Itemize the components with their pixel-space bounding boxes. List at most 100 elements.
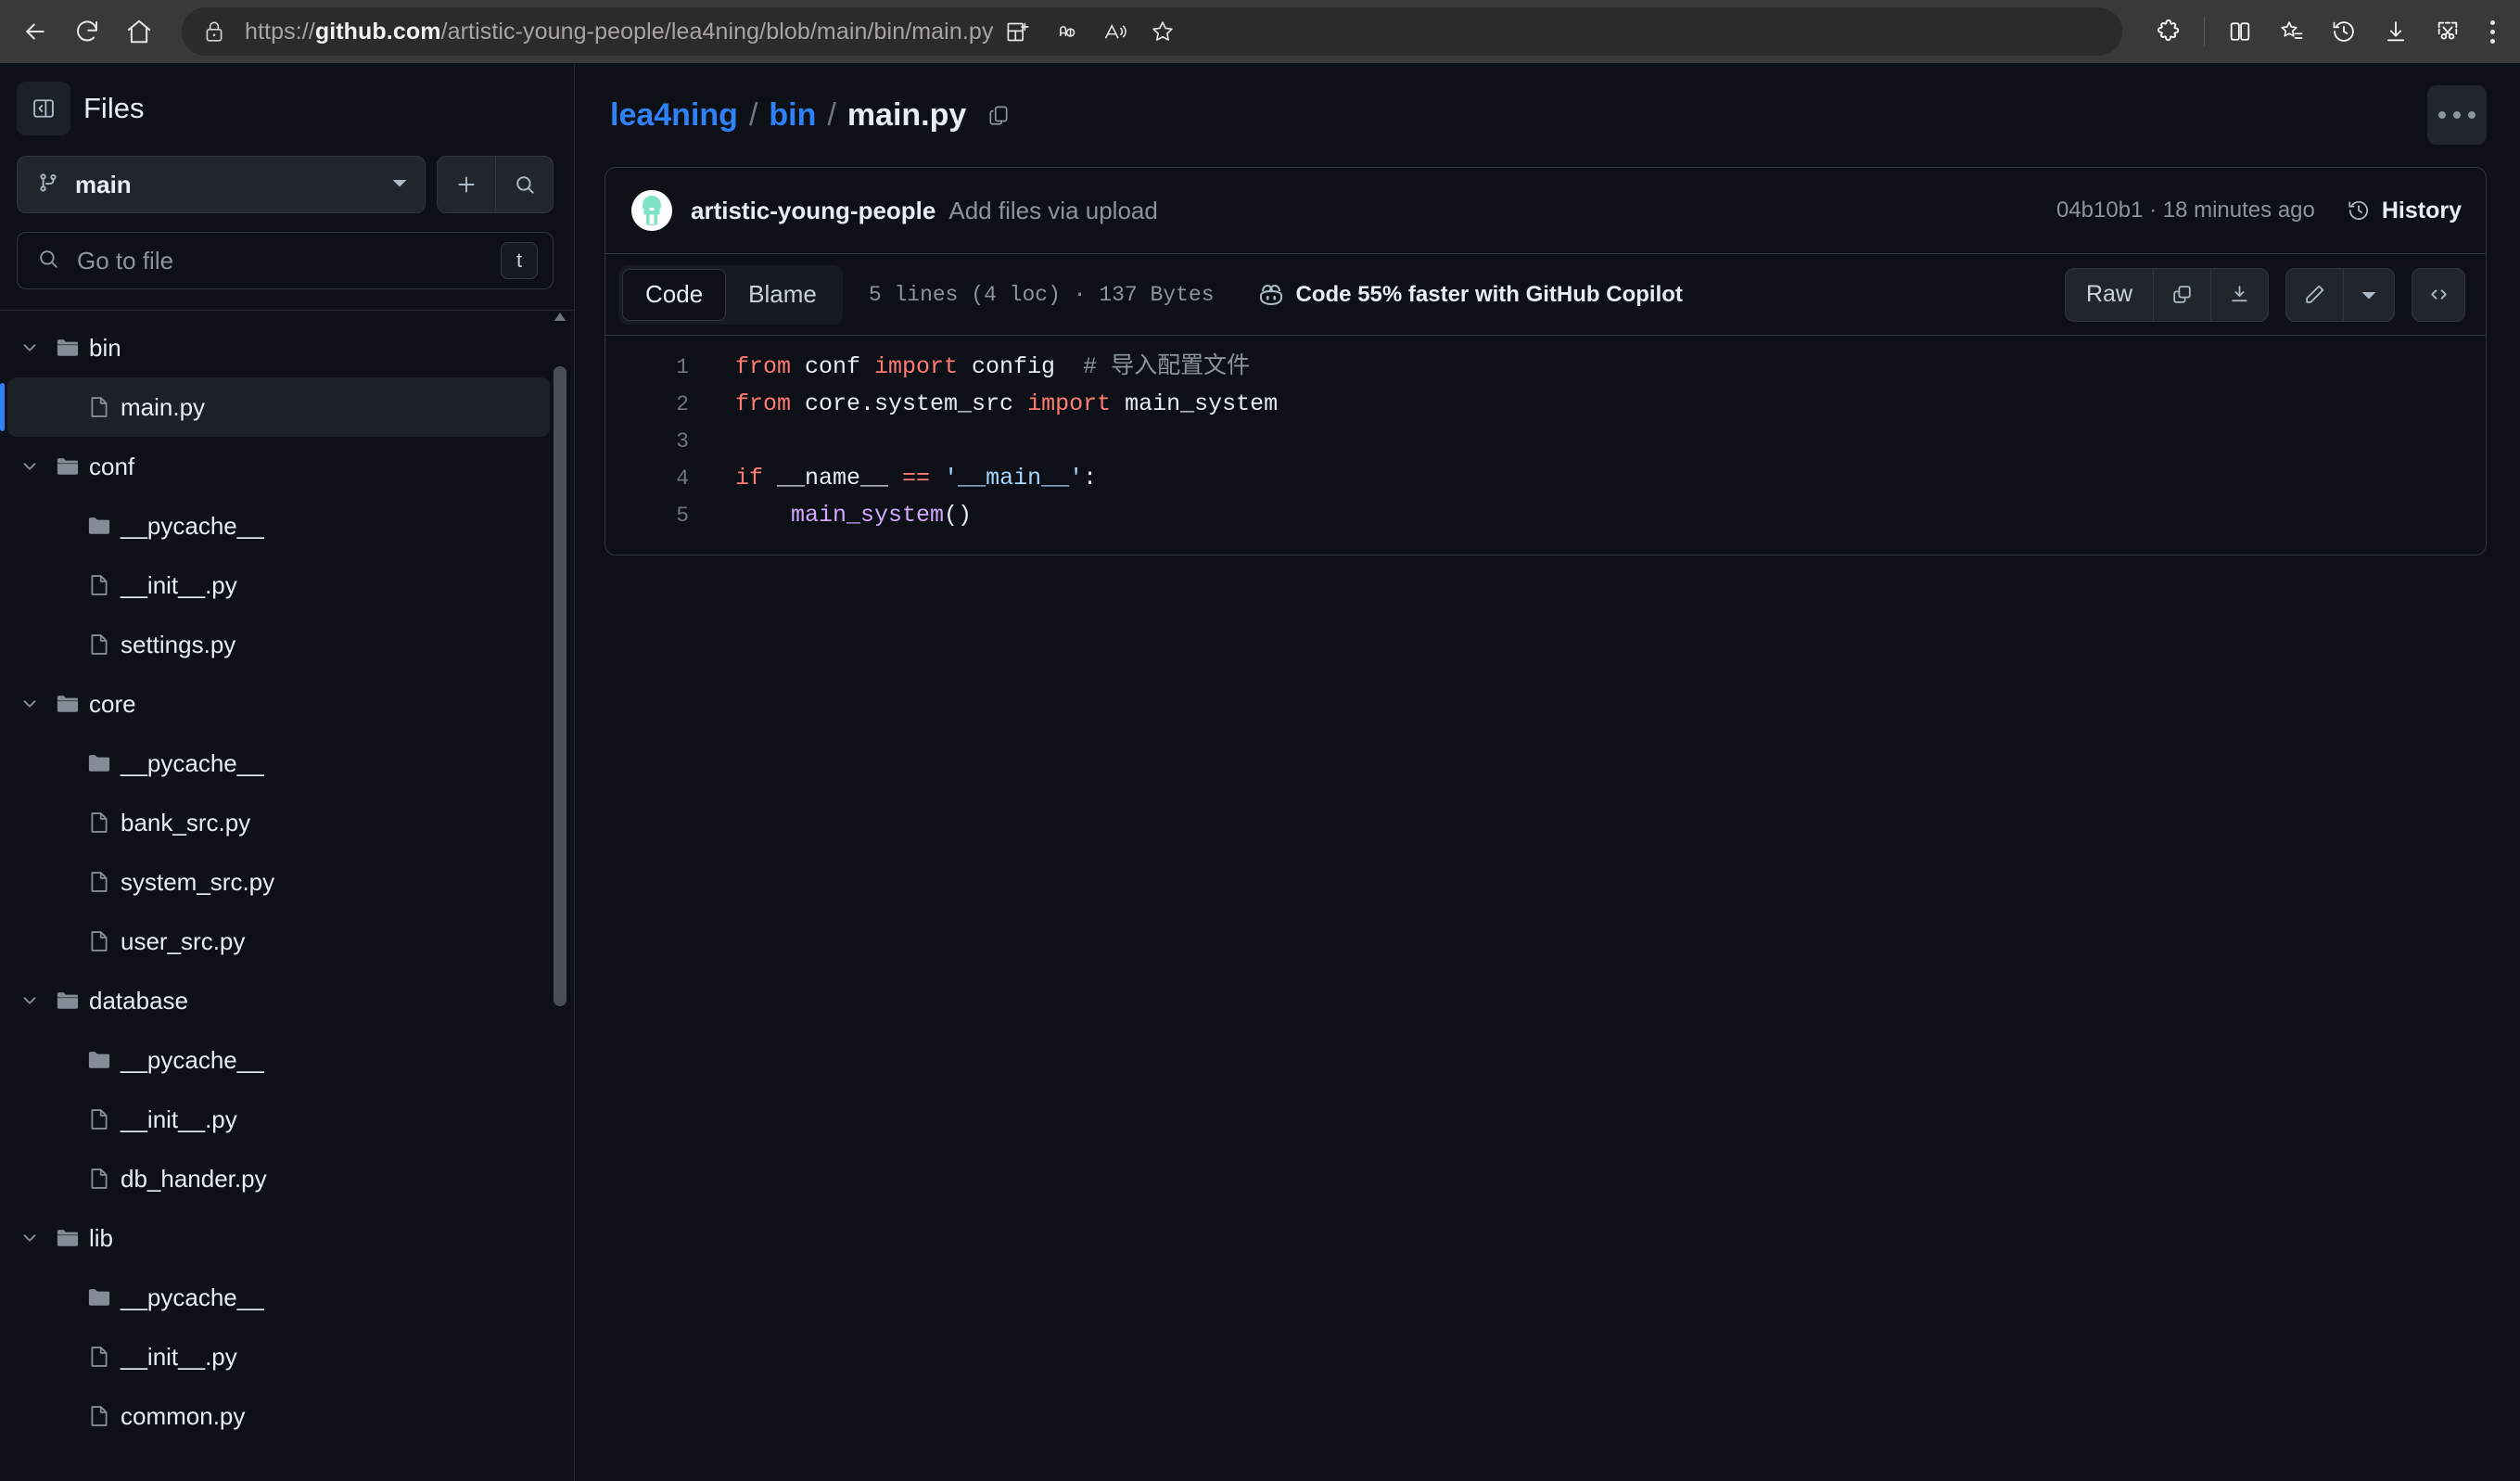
history-button[interactable]: History (2347, 198, 2462, 224)
address-bar[interactable]: https://github.com/artistic-young-people… (182, 7, 2122, 56)
code-token: conf (791, 353, 875, 380)
line-number[interactable]: 5 (605, 497, 713, 534)
line-number[interactable]: 3 (605, 423, 713, 460)
split-screen-icon[interactable] (2214, 6, 2266, 57)
web-capture-icon[interactable] (2422, 6, 2474, 57)
tree-item--pycache-[interactable]: __pycache__ (7, 1030, 550, 1090)
code-viewer[interactable]: 1 from conf import config # 导入配置文件 2 from c… (605, 335, 2486, 555)
tree-item-label: user_src.py (121, 926, 246, 955)
commit-author[interactable]: artistic-young-people (691, 197, 935, 225)
search-icon (36, 247, 60, 275)
search-repo-button[interactable] (495, 157, 553, 212)
collections-star-icon[interactable] (2266, 6, 2318, 57)
read-aloud-icon[interactable] (1090, 7, 1139, 56)
settings-more-icon[interactable] (2474, 6, 2511, 57)
tree-item--pycache-[interactable]: __pycache__ (7, 734, 550, 793)
tree-item--init-py[interactable]: __init__.py (7, 1090, 550, 1149)
read-aloud-translate-icon[interactable] (1042, 7, 1090, 56)
breadcrumb-separator: / (748, 96, 758, 133)
refresh-button[interactable] (61, 6, 113, 57)
tree-item-main-py[interactable]: main.py (0, 377, 550, 437)
line-content[interactable]: from conf import config # 导入配置文件 (713, 349, 1250, 386)
chevron-down-icon[interactable] (7, 456, 46, 477)
breadcrumb-file: main.py (846, 96, 967, 133)
tree-item-bin[interactable]: bin (7, 318, 550, 377)
favorite-star-icon[interactable] (1139, 7, 1187, 56)
tree-item-bank-src-py[interactable]: bank_src.py (7, 793, 550, 852)
browser-toolbar: https://github.com/artistic-young-people… (0, 0, 2520, 63)
tree-item--pycache-[interactable]: __pycache__ (7, 1268, 550, 1327)
edit-dropdown-button[interactable] (2343, 268, 2394, 321)
copy-path-icon[interactable] (986, 103, 1011, 127)
line-content[interactable]: main_system() (713, 497, 972, 534)
commit-meta: 04b10b1 · 18 minutes ago (2055, 198, 2315, 223)
copy-raw-button[interactable] (2153, 268, 2210, 321)
breadcrumb-repo[interactable]: lea4ning (610, 97, 738, 134)
downloads-icon[interactable] (2370, 6, 2422, 57)
tab-blame[interactable]: Blame (726, 269, 839, 321)
tree-item-database[interactable]: database (7, 971, 550, 1030)
collections-icon[interactable] (994, 7, 1042, 56)
chevron-right-icon[interactable] (39, 753, 78, 773)
tree-item-lib[interactable]: lib (7, 1208, 550, 1268)
home-button[interactable] (113, 6, 165, 57)
line-number[interactable]: 2 (605, 386, 713, 423)
commit-message[interactable]: Add files via upload (948, 197, 2056, 225)
latest-commit-bar: artistic-young-people Add files via uplo… (605, 168, 2486, 253)
tree-item-label: __pycache__ (121, 748, 264, 777)
chevron-right-icon[interactable] (39, 516, 78, 536)
chevron-down-icon[interactable] (7, 694, 46, 714)
file-tree-scroll-area[interactable]: bin main.py conf __pycache__ __init__.py sett… (0, 310, 574, 1481)
breadcrumb-folder[interactable]: bin (769, 97, 816, 134)
line-number[interactable]: 4 (605, 460, 713, 497)
tree-item--pycache-[interactable]: __pycache__ (7, 496, 550, 555)
download-raw-button[interactable] (2210, 268, 2268, 321)
sidebar-scrollbar[interactable] (554, 311, 566, 1481)
collapse-sidebar-button[interactable] (17, 82, 70, 135)
symbols-panel-button[interactable] (2412, 267, 2465, 322)
file-icon (78, 1106, 121, 1132)
tree-item-db-hander-py[interactable]: db_hander.py (7, 1149, 550, 1208)
tree-item-common-py[interactable]: common.py (7, 1386, 550, 1446)
folder-icon (46, 1225, 89, 1251)
code-line: 3 (605, 423, 2486, 460)
code-token: == (902, 465, 931, 492)
chevron-right-icon[interactable] (39, 1287, 78, 1308)
history-label: History (2381, 197, 2462, 223)
chevron-down-icon[interactable] (7, 338, 46, 358)
history-clock-icon[interactable] (2318, 6, 2370, 57)
go-to-file-input[interactable]: Go to file t (17, 232, 554, 289)
edit-file-button[interactable] (2286, 269, 2343, 321)
tree-item--init-py[interactable]: __init__.py (7, 555, 550, 615)
folder-icon (78, 513, 121, 539)
line-number[interactable]: 1 (605, 349, 713, 386)
branch-selector[interactable]: main (17, 156, 426, 213)
breadcrumb: lea4ning / bin / main.py (605, 63, 2487, 167)
chevron-right-icon[interactable] (39, 1050, 78, 1070)
chevron-down-icon[interactable] (7, 990, 46, 1011)
tab-code[interactable]: Code (622, 268, 727, 321)
line-content[interactable]: if __name__ == '__main__': (713, 460, 1097, 497)
tree-item-core[interactable]: core (7, 674, 550, 734)
avatar[interactable] (631, 190, 672, 231)
file-icon (78, 394, 121, 420)
line-content[interactable] (713, 423, 749, 460)
page-body: Files main Go to file t bin main.py conf… (0, 63, 2520, 1481)
page-more-options-button[interactable] (2427, 85, 2487, 145)
add-file-button[interactable] (438, 157, 495, 212)
tree-item-conf[interactable]: conf (7, 437, 550, 496)
chevron-down-icon[interactable] (7, 1228, 46, 1248)
tree-item-user-src-py[interactable]: user_src.py (7, 912, 550, 971)
tree-item-system-src-py[interactable]: system_src.py (7, 852, 550, 912)
scroll-up-arrow[interactable] (554, 313, 566, 321)
extensions-puzzle-icon[interactable] (2143, 6, 2195, 57)
folder-icon (46, 335, 89, 361)
tree-item-settings-py[interactable]: settings.py (7, 615, 550, 674)
line-content[interactable]: from core.system_src import main_system (713, 386, 1278, 423)
branch-icon (36, 171, 60, 199)
back-button[interactable] (9, 6, 61, 57)
copilot-promo[interactable]: Code 55% faster with GitHub Copilot (1257, 282, 1683, 308)
tree-item--init-py[interactable]: __init__.py (7, 1327, 550, 1386)
scrollbar-thumb[interactable] (554, 366, 566, 1006)
raw-button[interactable]: Raw (2066, 269, 2153, 321)
